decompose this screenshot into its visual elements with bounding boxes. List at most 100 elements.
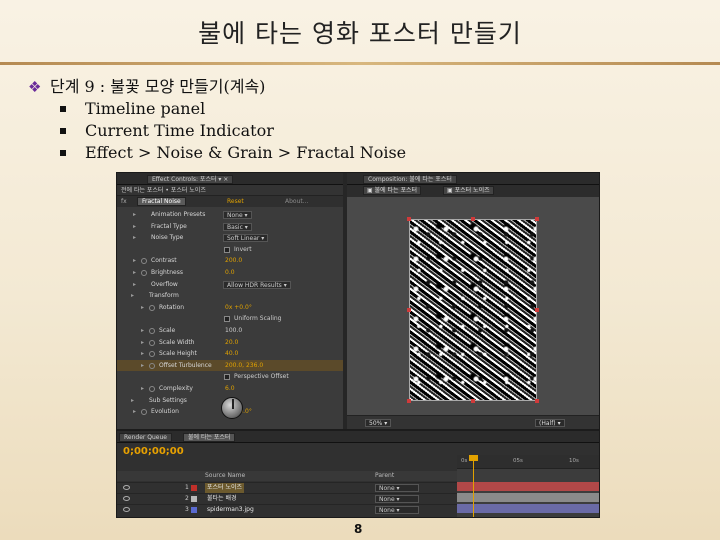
- layer-duration-bar[interactable]: [457, 504, 599, 513]
- timeline-layer-row[interactable]: 1 포스터 노이즈 None ▾: [117, 482, 457, 493]
- disclosure-triangle-icon[interactable]: ▸: [131, 290, 134, 302]
- timeline-tracks[interactable]: 0s 05s 10s: [457, 455, 599, 517]
- composition-viewer[interactable]: [347, 197, 599, 415]
- tab-render-queue[interactable]: Render Queue: [119, 433, 172, 442]
- current-timecode[interactable]: 0;00;00;00: [123, 446, 184, 457]
- property-value[interactable]: 200.0, 236.0: [225, 360, 263, 372]
- effect-property-row[interactable]: ▸ Contrast 200.0: [117, 255, 343, 267]
- timeline-layer-row[interactable]: 2 불타는 배경 None ▾: [117, 493, 457, 503]
- fractal-noise-layer[interactable]: [409, 219, 537, 401]
- disclosure-triangle-icon[interactable]: ▸: [133, 406, 136, 418]
- effect-property-row[interactable]: ▸ Offset Turbulence 200.0, 236.0: [117, 359, 343, 372]
- parent-header[interactable]: Parent: [375, 472, 394, 479]
- effect-property-row[interactable]: ▸ Brightness 0.0: [117, 267, 343, 279]
- effect-property-row[interactable]: ▸ Fractal Type Basic ▾: [117, 221, 343, 233]
- source-name-header[interactable]: Source Name: [205, 472, 245, 479]
- layer-handle[interactable]: [407, 399, 411, 403]
- stopwatch-icon[interactable]: [141, 270, 147, 276]
- property-checkbox[interactable]: [224, 246, 230, 253]
- property-value[interactable]: 0.0: [225, 267, 235, 279]
- effect-property-row[interactable]: ▸ Scale 100.0: [117, 325, 343, 337]
- layer-handle[interactable]: [471, 217, 475, 221]
- disclosure-triangle-icon[interactable]: ▸: [141, 302, 144, 314]
- property-value[interactable]: 40.0: [225, 348, 238, 360]
- disclosure-triangle-icon[interactable]: ▸: [141, 337, 144, 349]
- disclosure-triangle-icon[interactable]: ▸: [133, 279, 136, 291]
- property-value[interactable]: 6.0: [225, 383, 235, 395]
- timeline-layer-row[interactable]: 3 spiderman3.jpg None ▾: [117, 504, 457, 514]
- layer-handle[interactable]: [535, 399, 539, 403]
- disclosure-triangle-icon[interactable]: ▸: [131, 395, 134, 407]
- property-checkbox[interactable]: [224, 316, 230, 323]
- effect-property-row[interactable]: ▸ Complexity 6.0: [117, 383, 343, 395]
- stopwatch-icon[interactable]: [149, 304, 155, 311]
- zoom-dropdown[interactable]: 50% ▾: [365, 419, 392, 427]
- tab-composition[interactable]: Composition: 불에 타는 포스터: [363, 175, 457, 184]
- disclosure-triangle-icon[interactable]: ▸: [133, 232, 136, 244]
- property-dropdown[interactable]: Soft Linear ▾: [223, 234, 269, 243]
- effect-property-row[interactable]: ▸ Noise Type Soft Linear ▾: [117, 232, 343, 244]
- layer-duration-bar[interactable]: [457, 493, 599, 502]
- effect-property-row[interactable]: ▸ Transform: [117, 290, 343, 302]
- property-dropdown[interactable]: None ▾: [223, 211, 252, 219]
- disclosure-triangle-icon[interactable]: ▸: [141, 383, 144, 395]
- stopwatch-icon[interactable]: [141, 258, 147, 265]
- layer-name[interactable]: 불타는 배경: [205, 494, 239, 504]
- stopwatch-icon[interactable]: [141, 409, 147, 416]
- tab-effect-controls[interactable]: Effect Controls: 포스터 ▾ ×: [147, 175, 234, 184]
- property-checkbox[interactable]: [224, 374, 230, 381]
- layer-handle[interactable]: [535, 217, 539, 221]
- layer-handle[interactable]: [471, 399, 475, 403]
- parent-dropdown[interactable]: None ▾: [375, 506, 419, 514]
- stopwatch-icon[interactable]: [149, 339, 155, 346]
- effect-name[interactable]: Fractal Noise: [137, 197, 186, 206]
- label-color-chip[interactable]: [191, 507, 197, 513]
- property-value[interactable]: 200.0: [225, 255, 242, 267]
- disclosure-triangle-icon[interactable]: ▸: [141, 360, 144, 372]
- stopwatch-icon[interactable]: [149, 351, 155, 358]
- layer-handle[interactable]: [407, 217, 411, 221]
- layer-duration-bar[interactable]: [457, 482, 599, 491]
- eye-icon[interactable]: [123, 496, 130, 501]
- property-dropdown[interactable]: Basic ▾: [223, 222, 252, 231]
- effect-property-row[interactable]: ▸ Overflow Allow HDR Results ▾: [117, 279, 343, 291]
- tab-timeline-comp[interactable]: 불에 타는 포스터: [183, 433, 236, 442]
- disclosure-triangle-icon[interactable]: ▸: [141, 348, 144, 360]
- current-time-indicator[interactable]: [473, 455, 474, 517]
- label-color-chip[interactable]: [191, 496, 197, 502]
- about-link[interactable]: About...: [285, 198, 308, 205]
- eye-icon[interactable]: [123, 507, 130, 512]
- evolution-dial[interactable]: [221, 397, 243, 419]
- effect-property-row[interactable]: Invert: [117, 244, 343, 256]
- disclosure-triangle-icon[interactable]: ▸: [133, 209, 136, 221]
- effect-property-row[interactable]: Perspective Offset: [117, 371, 343, 383]
- disclosure-triangle-icon[interactable]: ▸: [141, 325, 144, 337]
- time-ruler[interactable]: 0s 05s 10s: [457, 455, 599, 469]
- resolution-dropdown[interactable]: (Half) ▾: [535, 419, 565, 427]
- stopwatch-icon[interactable]: [149, 362, 155, 369]
- stopwatch-icon[interactable]: [149, 386, 155, 392]
- reset-link[interactable]: Reset: [227, 198, 244, 205]
- stopwatch-icon[interactable]: [149, 328, 155, 334]
- layer-handle[interactable]: [535, 308, 539, 312]
- parent-dropdown[interactable]: None ▾: [375, 495, 419, 503]
- layer-name[interactable]: 포스터 노이즈: [205, 483, 245, 493]
- effect-property-row[interactable]: Uniform Scaling: [117, 313, 343, 325]
- property-value[interactable]: 100.0: [225, 325, 242, 337]
- property-value[interactable]: 20.0: [225, 337, 238, 349]
- label-color-chip[interactable]: [191, 485, 197, 491]
- property-value[interactable]: 0x +0.0°: [225, 302, 252, 314]
- disclosure-triangle-icon[interactable]: ▸: [133, 221, 136, 233]
- effect-property-row[interactable]: ▸ Scale Width 20.0: [117, 337, 343, 349]
- effect-property-row[interactable]: ▸ Animation Presets None ▾: [117, 209, 343, 221]
- effect-property-row[interactable]: ▸ Rotation 0x +0.0°: [117, 302, 343, 314]
- fx-icon[interactable]: fx: [121, 198, 127, 205]
- disclosure-triangle-icon[interactable]: ▸: [133, 255, 136, 267]
- comp-flowchart-button[interactable]: ▣ 불에 타는 포스터: [363, 186, 422, 195]
- effect-property-row[interactable]: ▸ Scale Height 40.0: [117, 348, 343, 360]
- eye-icon[interactable]: [123, 485, 130, 490]
- layer-view-button[interactable]: ▣ 포스터 노이즈: [443, 186, 494, 195]
- parent-dropdown[interactable]: None ▾: [375, 484, 419, 492]
- layer-name[interactable]: spiderman3.jpg: [205, 505, 256, 515]
- disclosure-triangle-icon[interactable]: ▸: [133, 267, 136, 279]
